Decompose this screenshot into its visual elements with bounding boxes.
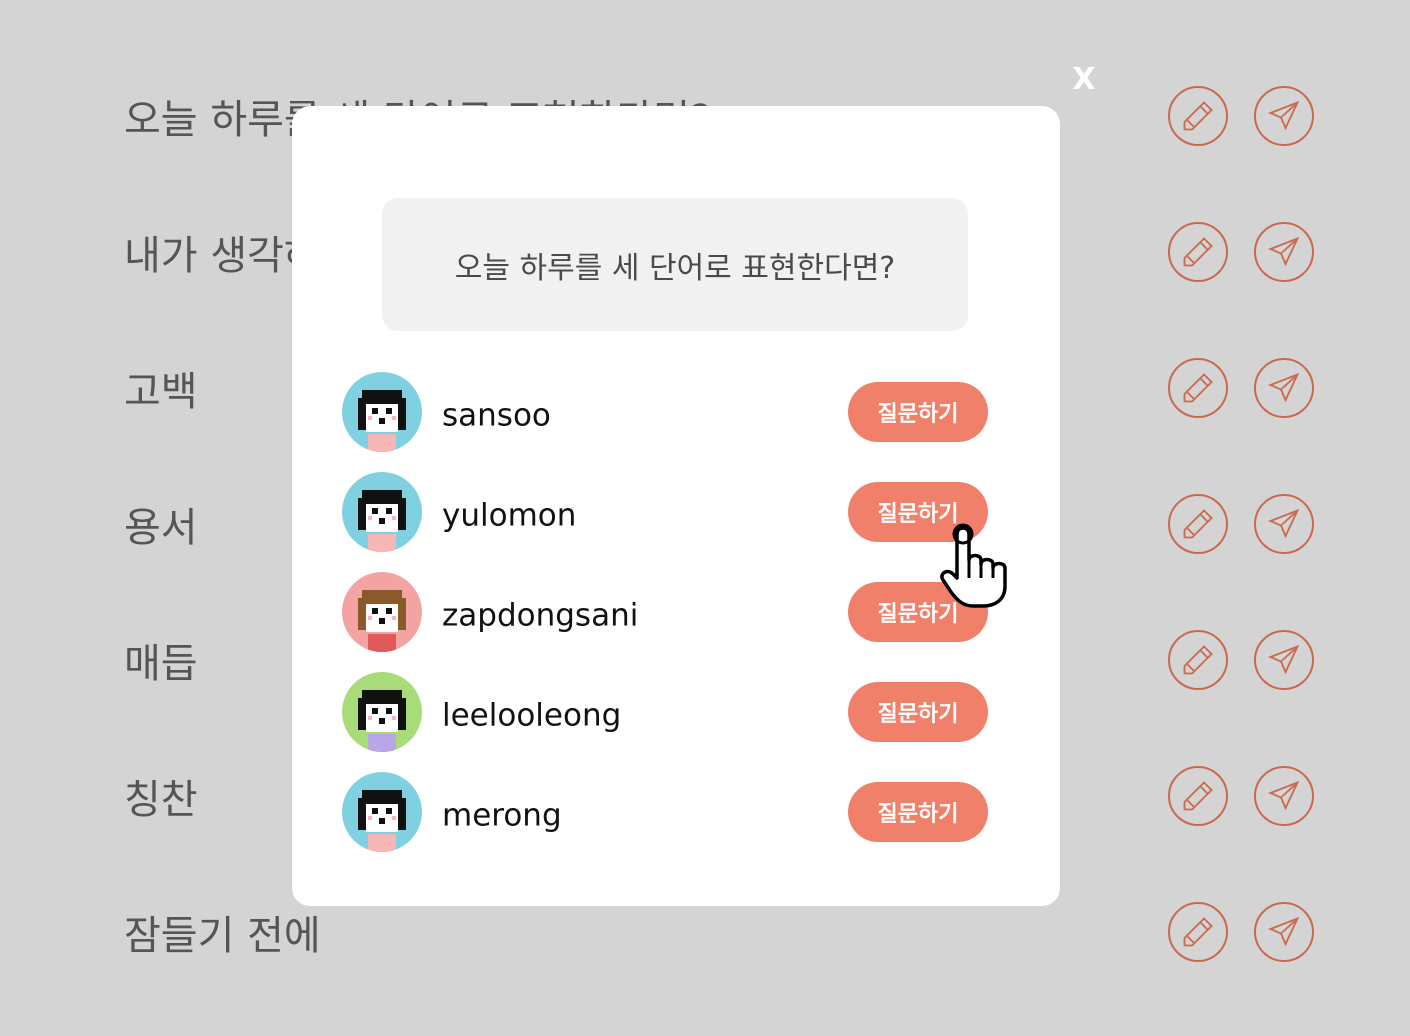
paper-plane-icon bbox=[1268, 372, 1300, 403]
pencil-icon bbox=[1183, 645, 1213, 675]
avatar-image bbox=[342, 472, 422, 552]
username: sansoo bbox=[442, 397, 551, 434]
user-row: zapdongsani 질문하기 bbox=[342, 572, 988, 652]
pencil-icon bbox=[1183, 917, 1213, 947]
paper-plane-icon bbox=[1268, 916, 1300, 947]
send-button[interactable] bbox=[1254, 630, 1314, 690]
avatar-image bbox=[342, 372, 422, 452]
username: leelooleong bbox=[442, 697, 622, 734]
pencil-icon bbox=[1183, 373, 1213, 403]
user-row: leelooleong 질문하기 bbox=[342, 672, 988, 752]
edit-button[interactable] bbox=[1168, 86, 1228, 146]
paper-plane-icon bbox=[1268, 100, 1300, 131]
ask-user-modal: 오늘 하루를 세 단어로 표현한다면? sansoo 질문하기 yulomon … bbox=[292, 106, 1060, 906]
avatar bbox=[342, 772, 422, 852]
avatar-image bbox=[342, 772, 422, 852]
user-row: yulomon 질문하기 bbox=[342, 472, 988, 552]
hand-pointer-icon bbox=[940, 523, 1007, 608]
user-row: sansoo 질문하기 bbox=[342, 372, 988, 452]
avatar bbox=[342, 572, 422, 652]
close-button[interactable]: X bbox=[1070, 60, 1098, 100]
avatar-image bbox=[342, 572, 422, 652]
avatar-image bbox=[342, 672, 422, 752]
ask-button[interactable]: 질문하기 bbox=[848, 682, 988, 742]
avatar bbox=[342, 672, 422, 752]
send-button[interactable] bbox=[1254, 86, 1314, 146]
paper-plane-icon bbox=[1268, 508, 1300, 539]
paper-plane-icon bbox=[1268, 780, 1300, 811]
question-title: 고백 bbox=[124, 369, 198, 415]
send-button[interactable] bbox=[1254, 494, 1314, 554]
send-button[interactable] bbox=[1254, 902, 1314, 962]
edit-button[interactable] bbox=[1168, 766, 1228, 826]
edit-button[interactable] bbox=[1168, 358, 1228, 418]
avatar bbox=[342, 472, 422, 552]
ask-button[interactable]: 질문하기 bbox=[848, 782, 988, 842]
username: yulomon bbox=[442, 497, 577, 534]
ask-button[interactable]: 질문하기 bbox=[848, 382, 988, 442]
question-title: 매듭 bbox=[124, 641, 198, 687]
edit-button[interactable] bbox=[1168, 222, 1228, 282]
send-button[interactable] bbox=[1254, 358, 1314, 418]
edit-button[interactable] bbox=[1168, 902, 1228, 962]
user-row: merong 질문하기 bbox=[342, 772, 988, 852]
send-button[interactable] bbox=[1254, 766, 1314, 826]
edit-button[interactable] bbox=[1168, 494, 1228, 554]
username: zapdongsani bbox=[442, 597, 639, 634]
paper-plane-icon bbox=[1268, 236, 1300, 267]
avatar bbox=[342, 372, 422, 452]
selected-question: 오늘 하루를 세 단어로 표현한다면? bbox=[382, 198, 968, 331]
username: merong bbox=[442, 797, 562, 834]
pencil-icon bbox=[1183, 781, 1213, 811]
question-title: 용서 bbox=[124, 505, 198, 551]
question-title: 잠들기 전에 bbox=[124, 913, 321, 959]
send-button[interactable] bbox=[1254, 222, 1314, 282]
edit-button[interactable] bbox=[1168, 630, 1228, 690]
question-title: 칭찬 bbox=[124, 777, 198, 823]
pencil-icon bbox=[1183, 101, 1213, 131]
pencil-icon bbox=[1183, 237, 1213, 267]
pencil-icon bbox=[1183, 509, 1213, 539]
paper-plane-icon bbox=[1268, 644, 1300, 675]
